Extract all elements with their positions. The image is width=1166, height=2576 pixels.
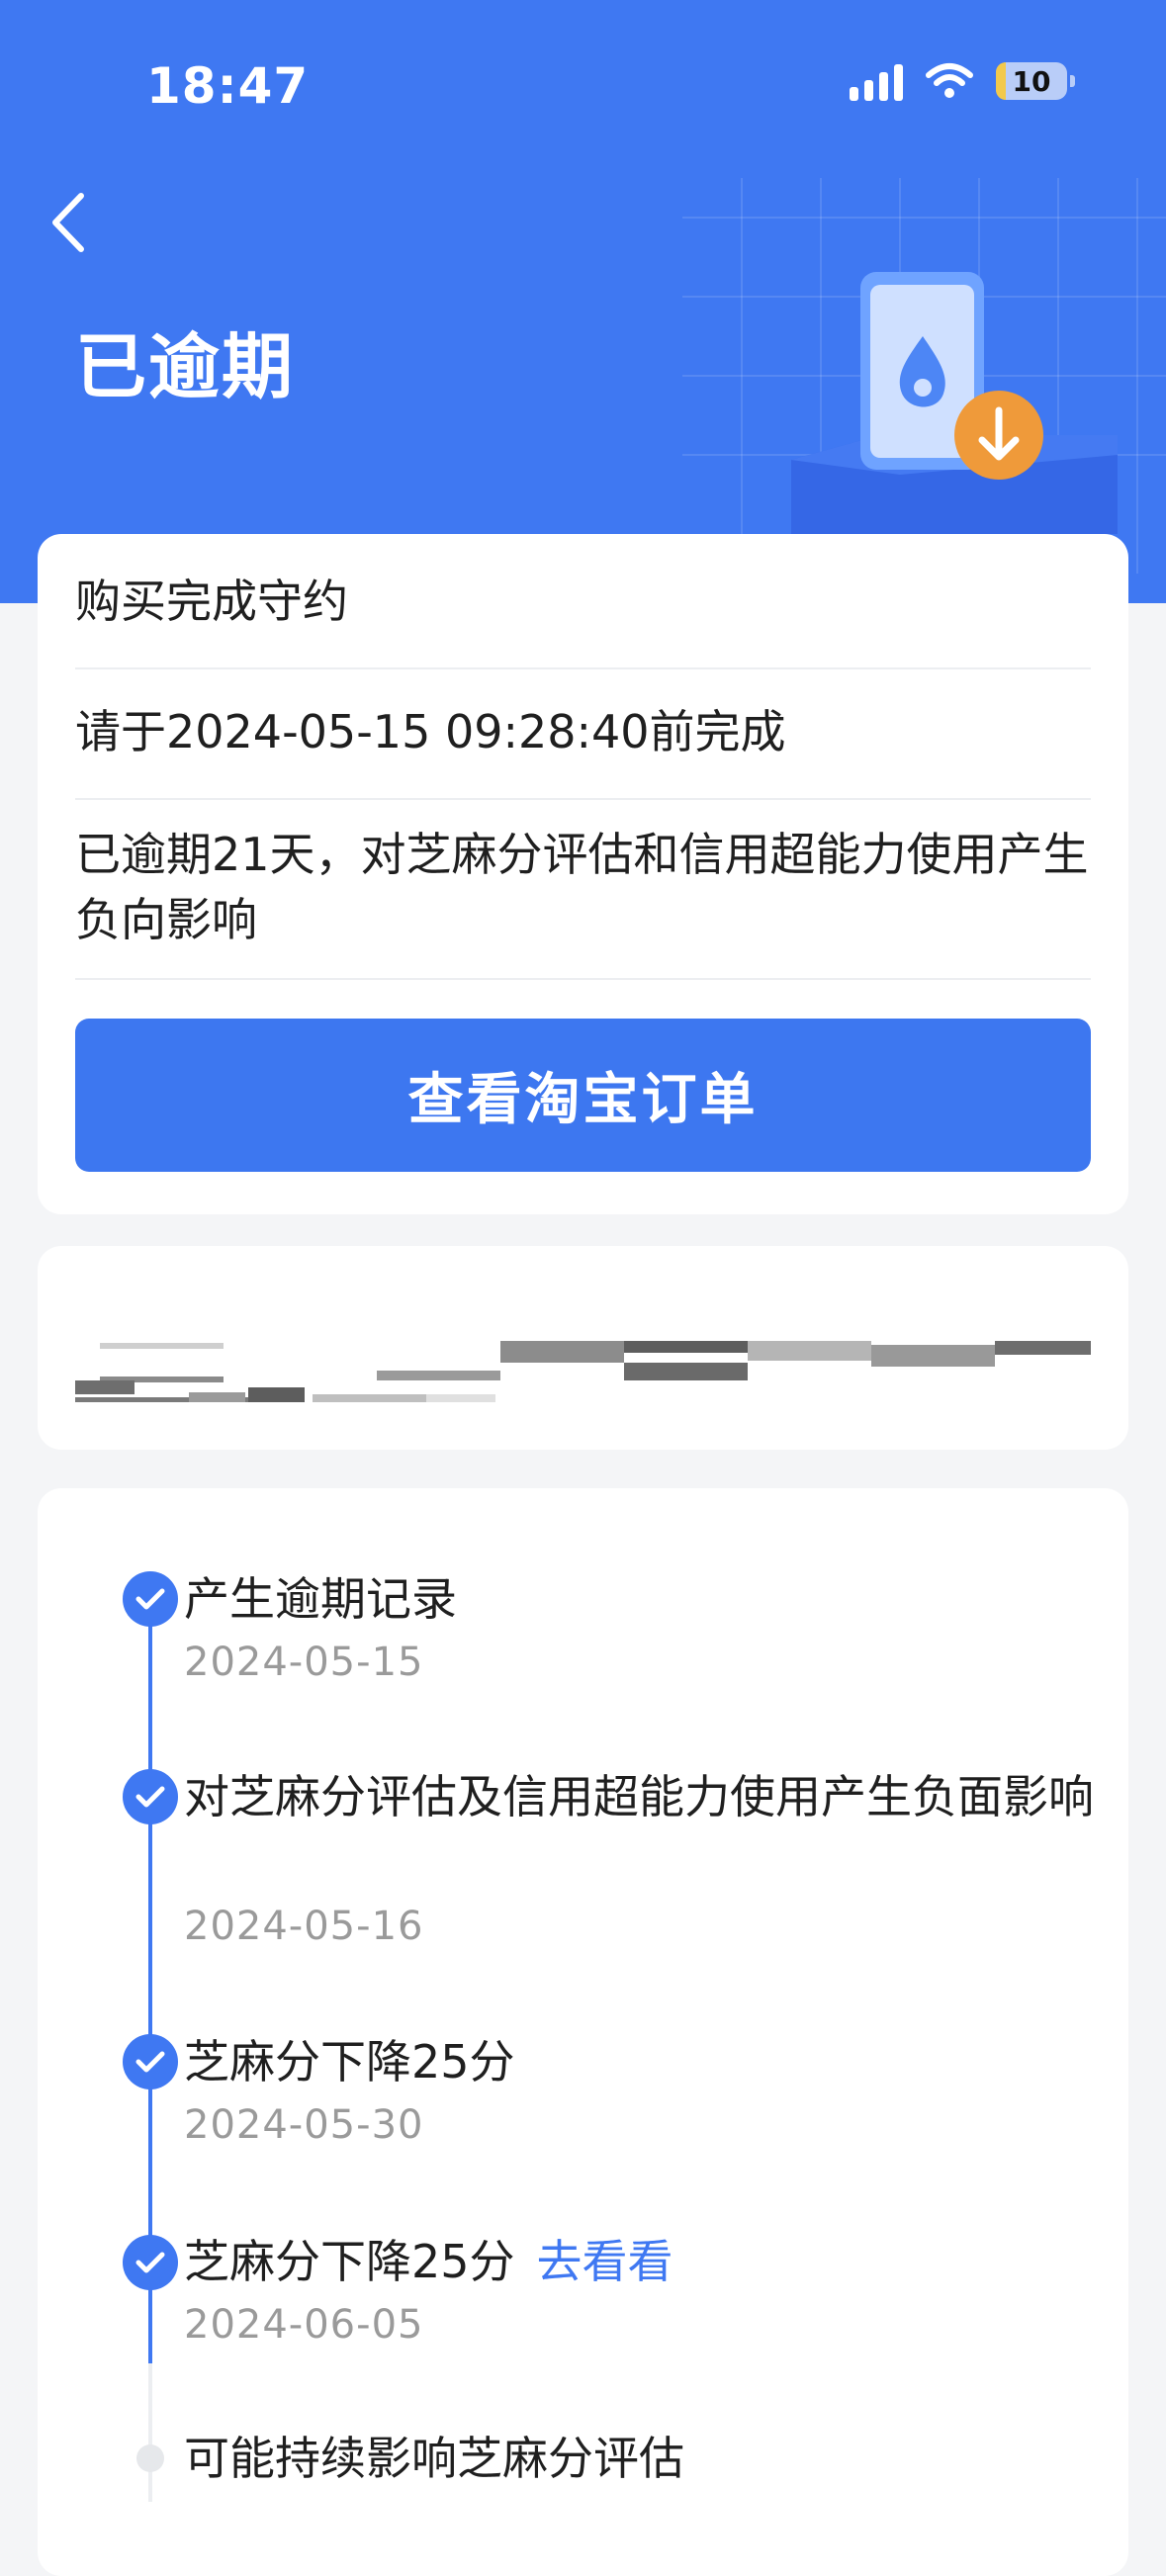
check-icon (123, 2034, 178, 2089)
divider (75, 667, 1091, 669)
chevron-left-icon (52, 193, 84, 252)
battery-level: 10 (1012, 64, 1051, 98)
back-button[interactable] (40, 188, 99, 257)
timeline-item-title: 芝麻分下降25分 (184, 2035, 515, 2088)
check-icon (123, 2235, 178, 2290)
divider (75, 798, 1091, 800)
view-link[interactable]: 去看看 (537, 2235, 673, 2288)
timeline-item-title: 可能持续影响芝麻分评估 (184, 2432, 684, 2485)
timeline-card: 产生逾期记录 2024-05-15 对芝麻分评估及信用超能力使用产生负面影响 2… (38, 1488, 1128, 2576)
status-icons: 10 (850, 61, 1075, 101)
divider (75, 978, 1091, 980)
task-name: 购买完成守约 (75, 575, 348, 628)
timeline-item-title: 对芝麻分评估及信用超能力使用产生负面影响 (184, 1770, 1094, 1823)
timeline-item-title-text: 芝麻分下降25分 (184, 2235, 515, 2288)
view-taobao-order-button[interactable]: 查看淘宝订单 (75, 1019, 1091, 1172)
status-time: 18:47 (146, 57, 310, 115)
phone-download-illustration (682, 178, 1166, 574)
page-title: 已逾期 (75, 325, 296, 408)
task-card: 购买完成守约 请于2024-05-15 09:28:40前完成 已逾期21天，对… (38, 534, 1128, 1214)
cellular-signal-icon (850, 61, 903, 101)
overdue-notice: 已逾期21天，对芝麻分评估和信用超能力使用产生负向影响 (75, 828, 1089, 946)
redacted-content (75, 1341, 1091, 1402)
deadline-text: 请于2024-05-15 09:28:40前完成 (75, 705, 786, 758)
header: 18:47 10 已逾期 (0, 0, 1166, 603)
timeline-item-date: 2024-06-05 (184, 2302, 424, 2348)
timeline-item-date: 2024-05-30 (184, 2102, 424, 2148)
timeline-item-title: 芝麻分下降25分 去看看 (184, 2229, 1133, 2294)
pending-dot-icon (136, 2444, 164, 2472)
wifi-icon (926, 63, 973, 98)
check-icon (123, 1571, 178, 1627)
timeline-line-pending (148, 2363, 152, 2502)
battery-icon: 10 (996, 62, 1075, 100)
redacted-card (38, 1246, 1128, 1450)
timeline-item-date: 2024-05-16 (184, 1904, 424, 1949)
check-icon (123, 1769, 178, 1824)
timeline-item-title: 产生逾期记录 (184, 1572, 457, 1626)
timeline-item-date: 2024-05-15 (184, 1640, 424, 1685)
